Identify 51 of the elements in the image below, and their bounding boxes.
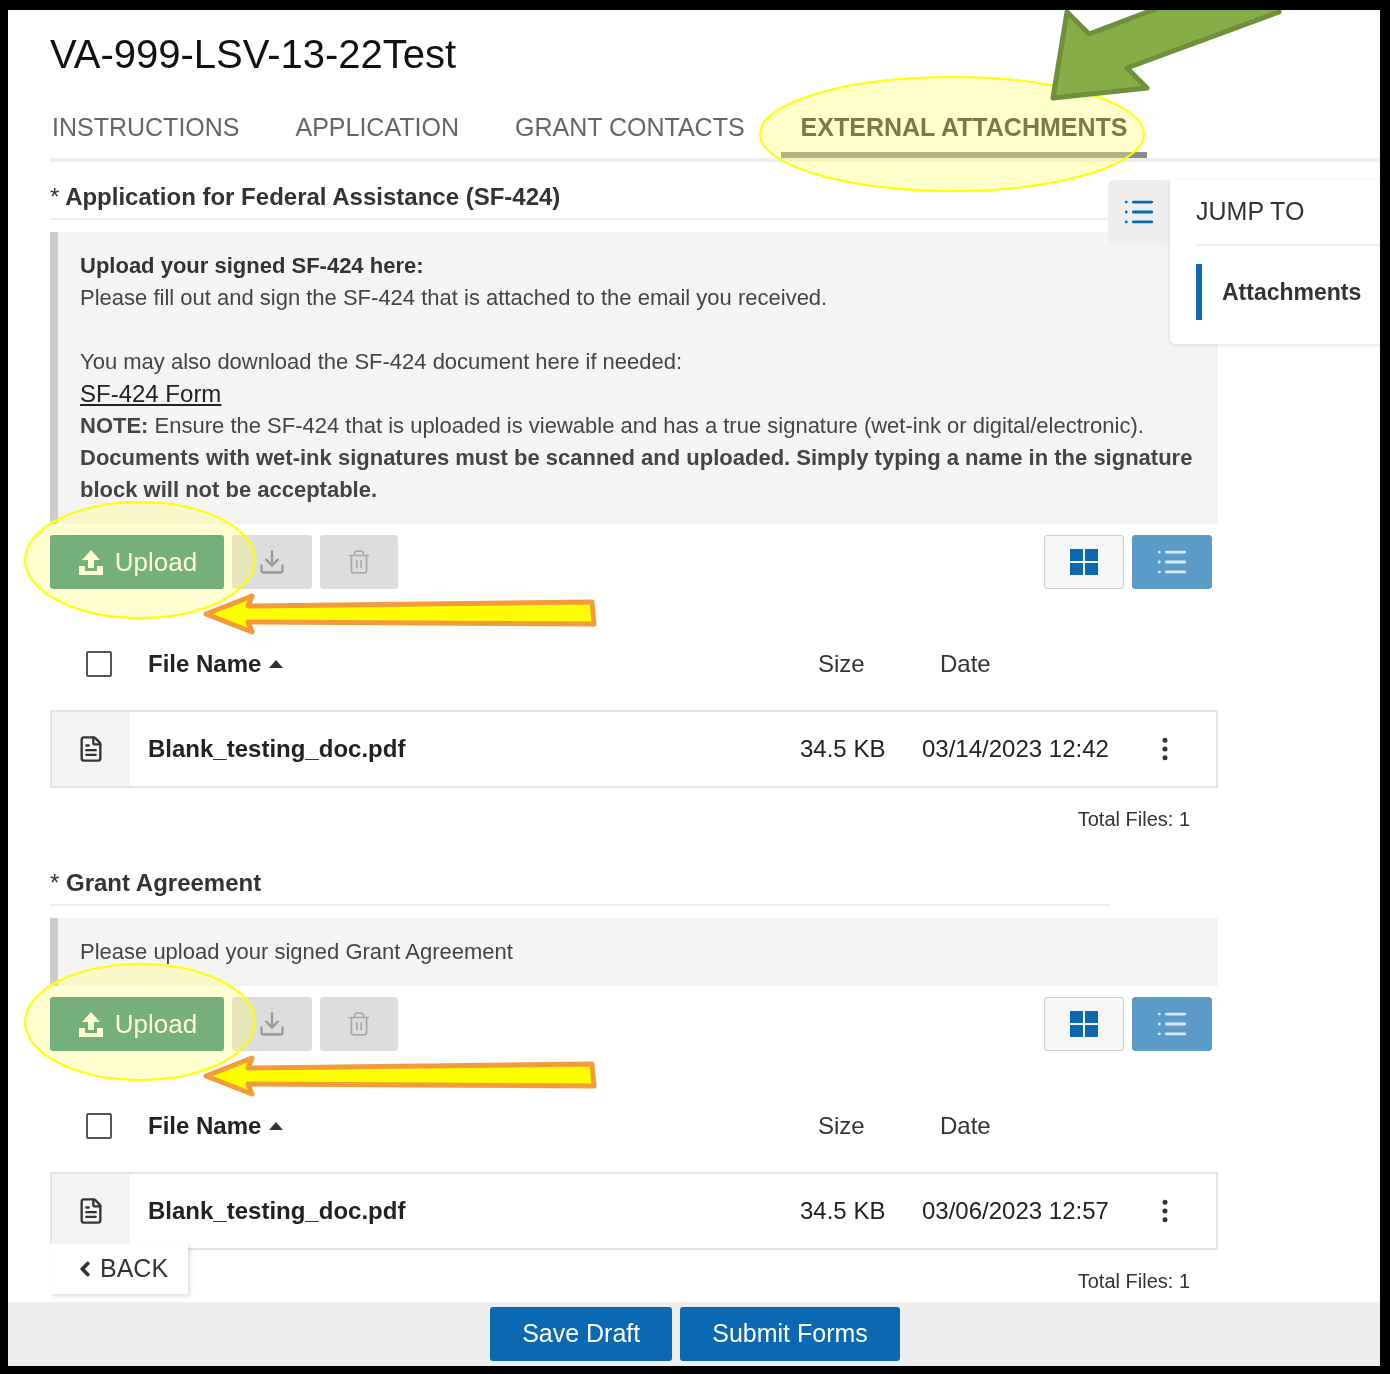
grid-view-button[interactable]: [1044, 997, 1124, 1051]
section-title: * Application for Federal Assistance (SF-424): [50, 182, 561, 212]
column-header[interactable]: File Name: [148, 646, 262, 682]
info-text: You may also download the SF-424 document here if needed:: [80, 348, 684, 376]
upload-icon: [76, 1010, 105, 1038]
jump-to-heading: JUMP TO: [1196, 196, 1305, 228]
form-link[interactable]: SF-424 Form: [80, 378, 222, 410]
file-size: 34.5 KB: [800, 1196, 887, 1226]
tab[interactable]: GRANT CONTACTS: [494, 104, 765, 158]
file-date: 03/14/2023 12:42: [922, 734, 1110, 764]
column-header[interactable]: Size: [818, 646, 865, 682]
download-icon: [258, 548, 286, 576]
file-name: Blank_testing_doc.pdf: [148, 1196, 407, 1226]
sort-caret-icon: [269, 660, 284, 668]
page-title: VA-999-LSV-13-22Test: [50, 31, 457, 78]
save-draft-button[interactable]: Save Draft: [490, 1307, 673, 1361]
column-header[interactable]: Date: [940, 1108, 991, 1144]
file-date: 03/06/2023 12:57: [922, 1196, 1110, 1226]
column-header[interactable]: File Name: [148, 1108, 262, 1144]
tab[interactable]: APPLICATION: [275, 104, 479, 158]
info-text: Please upload your signed Grant Agreement: [80, 938, 514, 966]
info-heading: Upload your signed SF-424 here:: [80, 252, 425, 280]
download-icon: [258, 1010, 286, 1038]
sort-caret-icon: [269, 1122, 284, 1130]
tab[interactable]: INSTRUCTIONS: [50, 104, 260, 158]
trash-icon: [346, 549, 372, 575]
total-files: Total Files: 1: [1077, 807, 1190, 832]
file-row[interactable]: Blank_testing_doc.pdf 34.5 KB 03/06/2023 12:57: [50, 1172, 1218, 1250]
grid-icon: [1070, 549, 1098, 575]
select-all-checkbox[interactable]: [86, 651, 112, 677]
column-header[interactable]: Date: [940, 646, 991, 682]
back-button[interactable]: BACK: [50, 1244, 188, 1294]
select-all-checkbox[interactable]: [86, 1113, 112, 1139]
column-header[interactable]: Size: [818, 1108, 865, 1144]
file-size: 34.5 KB: [800, 734, 887, 764]
section-title: * Grant Agreement: [50, 868, 262, 898]
download-button[interactable]: [232, 535, 312, 589]
download-button[interactable]: [232, 997, 312, 1051]
grid-icon: [1070, 1011, 1098, 1037]
upload-icon: [76, 548, 105, 576]
grid-view-button[interactable]: [1044, 535, 1124, 589]
tab[interactable]: EXTERNAL ATTACHMENTS: [780, 104, 1148, 158]
submit-forms-button[interactable]: Submit Forms: [680, 1307, 900, 1361]
info-text: Please fill out and sign the SF-424 that is attached to the email you received.: [80, 284, 829, 312]
trash-icon: [346, 1011, 372, 1037]
jump-to-toggle[interactable]: [1108, 180, 1170, 244]
file-row[interactable]: Blank_testing_doc.pdf 34.5 KB 03/14/2023 12:42: [50, 710, 1218, 788]
total-files: Total Files: 1: [1077, 1269, 1190, 1294]
file-name: Blank_testing_doc.pdf: [148, 734, 407, 764]
info-text: NOTE: Ensure the SF-424 that is uploaded is viewable and has a true signature (wet-ink or digital/electronic). Documents with wet-ink signatures must be scanned and uploaded. Simply typing a name in the signature block will not be acceptable.: [80, 412, 1194, 504]
jump-to-item[interactable]: Attachments: [1196, 264, 1362, 320]
